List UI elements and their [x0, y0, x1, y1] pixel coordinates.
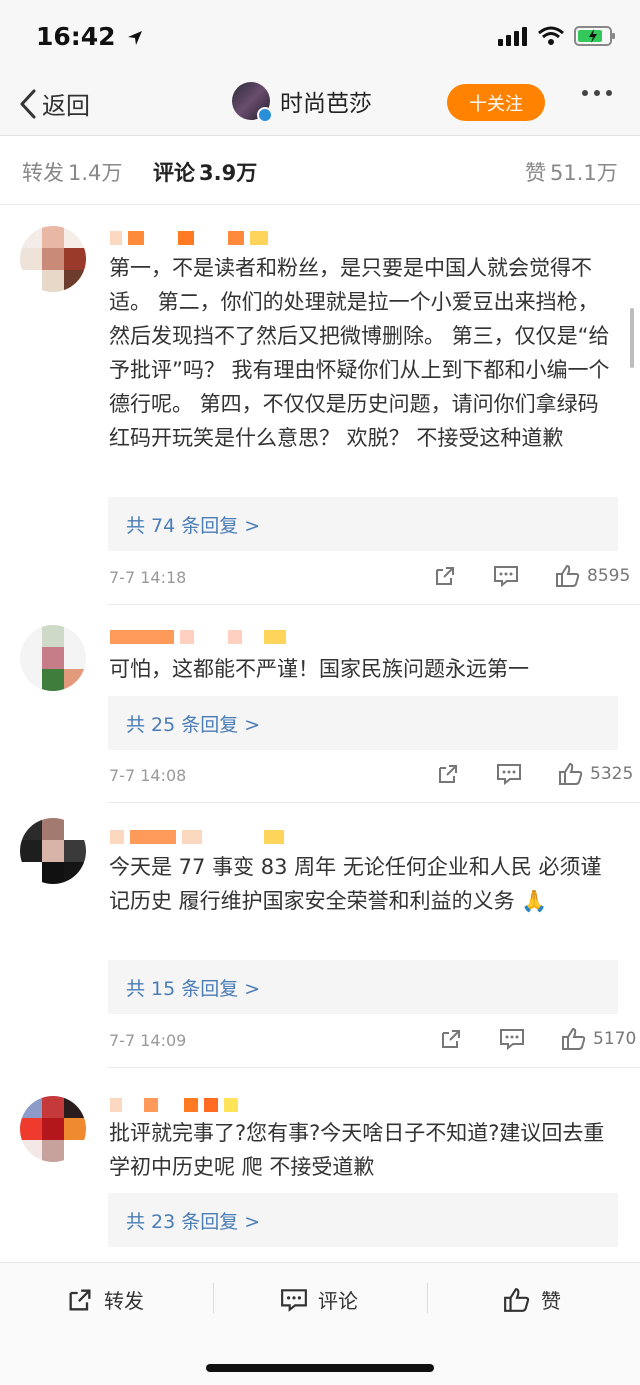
avatar[interactable] — [20, 1096, 86, 1162]
tab-comments[interactable]: 评论 3.9万 — [153, 157, 257, 187]
view-replies-link[interactable]: 共 23 条回复 > — [108, 1193, 618, 1247]
avatar[interactable] — [20, 226, 86, 292]
status-bar: 16:42 — [0, 0, 640, 76]
divider — [108, 604, 640, 605]
comment-text: 批评就完事了?您有事?今天啥日子不知道?建议回去重学初中历史呢 爬 不接受道歉 — [109, 1121, 605, 1179]
status-time: 16:42 — [36, 22, 144, 51]
back-button[interactable]: 返回 — [18, 86, 90, 121]
account-header[interactable]: 时尚芭莎 — [232, 82, 372, 123]
tab-count: 1.4万 — [68, 161, 123, 185]
back-label: 返回 — [42, 92, 90, 120]
tab-label: 转发 — [22, 161, 64, 185]
nav-bar: 返回 时尚芭莎 十关注 — [0, 76, 640, 136]
like-icon — [504, 1287, 530, 1312]
username-blurred[interactable] — [110, 830, 284, 844]
like-icon[interactable] — [558, 762, 584, 786]
divider — [427, 1283, 428, 1313]
like-count: 5170 — [593, 1029, 637, 1049]
share-icon — [69, 1289, 91, 1310]
tab-count: 51.1万 — [550, 161, 618, 185]
location-arrow-icon — [128, 31, 143, 45]
reply-icon[interactable] — [493, 564, 519, 588]
share-icon[interactable] — [433, 564, 457, 588]
like-count: 8595 — [587, 566, 631, 586]
divider — [108, 802, 640, 803]
username-blurred[interactable] — [110, 1098, 238, 1112]
like-icon[interactable] — [555, 564, 581, 588]
reply-icon[interactable] — [496, 762, 522, 786]
repost-button[interactable]: 转发 — [66, 1285, 144, 1314]
chevron-left-icon — [20, 89, 36, 118]
home-indicator[interactable] — [206, 1364, 434, 1372]
view-replies-link[interactable]: 共 25 条回复 > — [108, 696, 618, 750]
follow-button[interactable]: 十关注 — [447, 84, 545, 121]
tab-label: 赞 — [525, 161, 546, 185]
wifi-icon — [538, 26, 564, 45]
comment-text: 可怕，这都能不严谨！国家民族问题永远第一 — [109, 657, 529, 681]
tab-bar: 转发 1.4万 评论 3.9万 赞 51.1万 — [0, 137, 640, 205]
username-blurred[interactable] — [110, 630, 286, 644]
account-name: 时尚芭莎 — [280, 91, 372, 117]
view-replies-link[interactable]: 共 74 条回复 > — [108, 497, 618, 551]
comment-actions: 5170 — [439, 1027, 636, 1051]
comment-label: 评论 — [318, 1289, 358, 1313]
divider — [108, 1067, 640, 1068]
like-icon[interactable] — [561, 1027, 587, 1051]
share-icon[interactable] — [439, 1027, 463, 1051]
divider — [213, 1283, 214, 1313]
comment-button[interactable]: 评论 — [280, 1285, 358, 1314]
comment-time: 7-7 14:18 — [109, 568, 187, 587]
repost-label: 转发 — [104, 1289, 144, 1313]
tab-label: 评论 — [153, 161, 195, 185]
comment-time: 7-7 14:09 — [109, 1031, 187, 1050]
avatar[interactable] — [20, 625, 86, 691]
dot-icon — [606, 90, 612, 96]
view-replies-link[interactable]: 共 15 条回复 > — [108, 960, 618, 1014]
comment-time: 7-7 14:08 — [109, 766, 187, 785]
comment-actions: 8595 — [433, 564, 630, 588]
dot-icon — [594, 90, 600, 96]
reply-icon[interactable] — [499, 1027, 525, 1051]
scrollbar[interactable] — [630, 308, 634, 368]
share-icon[interactable] — [436, 762, 460, 786]
avatar[interactable] — [20, 818, 86, 884]
tab-likes[interactable]: 赞 51.1万 — [525, 157, 618, 187]
comment-icon — [281, 1288, 307, 1312]
signal-icon — [498, 27, 527, 46]
comment-actions: 5325 — [436, 762, 633, 786]
dot-icon — [582, 90, 588, 96]
like-button[interactable]: 赞 — [503, 1285, 561, 1314]
tab-repost[interactable]: 转发 1.4万 — [22, 157, 122, 187]
tab-count: 3.9万 — [199, 161, 258, 185]
clock-text: 16:42 — [36, 22, 116, 51]
more-options-button[interactable] — [582, 90, 612, 96]
battery-icon — [574, 26, 615, 46]
like-count: 5325 — [590, 764, 634, 784]
like-label: 赞 — [541, 1289, 561, 1313]
username-blurred[interactable] — [110, 231, 268, 245]
comment-text: 第一，不是读者和粉丝，是只要是中国人就会觉得不适。 第二，你们的处理就是拉一个小… — [109, 256, 610, 450]
account-avatar[interactable] — [232, 82, 273, 123]
verified-badge-icon — [257, 107, 273, 123]
comment-text: 今天是 77 事变 83 周年 无论任何企业和人民 必须谨记历史 履行维护国家安… — [109, 855, 602, 913]
